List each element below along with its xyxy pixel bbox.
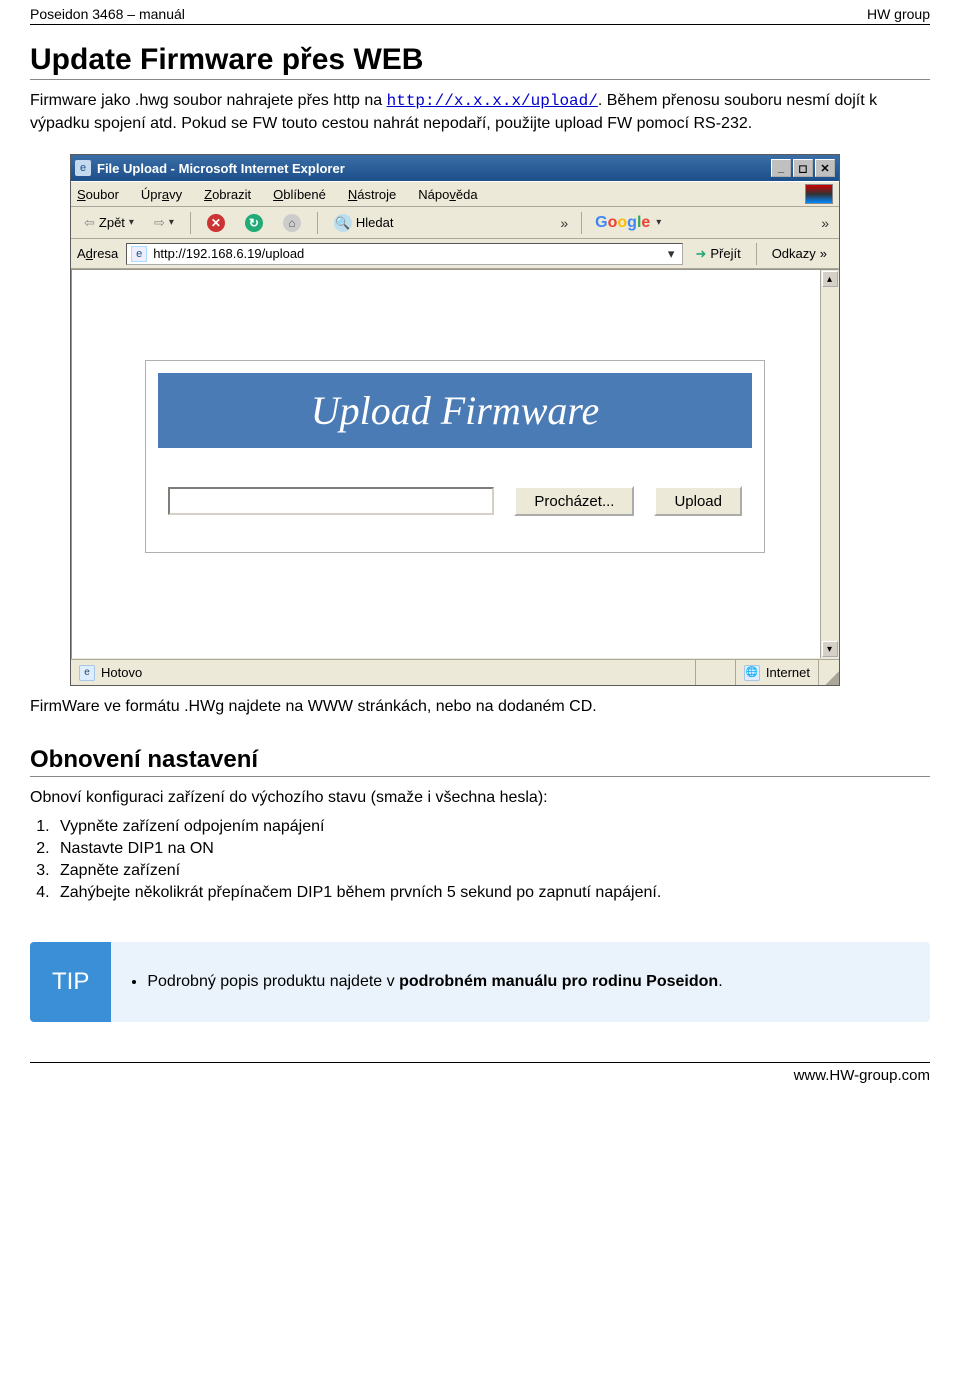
done-icon: e	[79, 665, 95, 681]
status-zone-text: Internet	[766, 665, 810, 680]
ie-throbber-icon	[805, 184, 833, 204]
upload-button[interactable]: Upload	[654, 486, 742, 516]
address-dropdown-icon[interactable]: ▾	[664, 246, 679, 262]
tip-body: Podrobný popis produktu najdete v podrob…	[111, 961, 740, 1003]
back-dropdown-icon: ▾	[129, 217, 134, 228]
status-panel-2	[696, 660, 736, 685]
upload-url-link[interactable]: http://x.x.x.x/upload/	[387, 92, 598, 110]
forward-button[interactable]: ⇨ ▾	[147, 211, 181, 235]
toolbar-separator-3	[581, 212, 582, 234]
ie-menubar: Soubor Úpravy Zobrazit Oblíbené Nástroje…	[71, 181, 839, 207]
menu-zobrazit[interactable]: Zobrazit	[204, 187, 251, 202]
restore-steps-list: Vypněte zařízení odpojením napájení Nast…	[54, 818, 930, 902]
resize-grip-icon[interactable]	[819, 660, 839, 685]
address-url: http://192.168.6.19/upload	[153, 246, 658, 261]
toolbar-separator	[190, 212, 191, 234]
upload-title: Upload Firmware	[158, 373, 752, 448]
scrollbar[interactable]: ▴ ▾	[820, 270, 838, 658]
heading-update-firmware: Update Firmware přes WEB	[30, 43, 930, 80]
search-button[interactable]: 🔍 Hledat	[327, 211, 401, 235]
doc-footer: www.HW-group.com	[30, 1062, 930, 1084]
heading-obnoveni: Obnovení nastavení	[30, 746, 930, 777]
tip-strong: podrobném manuálu pro rodinu Poseidon	[399, 973, 718, 990]
menu-oblibene[interactable]: Oblíbené	[273, 187, 326, 202]
doc-header: Poseidon 3468 – manuál HW group	[30, 0, 930, 25]
tip-box: TIP Podrobný popis produktu najdete v po…	[30, 942, 930, 1022]
refresh-icon: ↻	[245, 214, 263, 232]
toolbar-separator-2	[317, 212, 318, 234]
tip-pre: Podrobný popis produktu najdete v	[147, 973, 399, 990]
upload-form-card: Upload Firmware Procházet... Upload	[145, 360, 765, 553]
paragraph-firmware-location: FirmWare ve formátu .HWg najdete na WWW …	[30, 696, 930, 718]
address-field[interactable]: e http://192.168.6.19/upload ▾	[126, 243, 683, 265]
stop-button[interactable]: ✕	[200, 211, 232, 235]
refresh-button[interactable]: ↻	[238, 211, 270, 235]
browse-button[interactable]: Procházet...	[514, 486, 634, 516]
forward-dropdown-icon: ▾	[169, 217, 174, 228]
links-chevron-icon: »	[820, 246, 827, 261]
links-button[interactable]: Odkazy »	[766, 246, 833, 261]
back-arrow-icon: ⇦	[84, 215, 95, 231]
close-button[interactable]: ✕	[815, 159, 835, 177]
step-4: Zahýbejte několikrát přepínačem DIP1 běh…	[54, 884, 930, 902]
doc-header-right: HW group	[867, 6, 930, 22]
menu-upravy[interactable]: Úpravy	[141, 187, 182, 202]
google-dropdown-icon[interactable]: ▾	[656, 217, 661, 228]
ie-status-bar: e Hotovo 🌐 Internet	[71, 659, 839, 685]
file-path-input[interactable]	[168, 487, 494, 515]
address-separator	[756, 243, 757, 265]
ie-toolbar: ⇦ Zpět ▾ ⇨ ▾ ✕ ↻ ⌂ 🔍 Hledat » Google ▾ »	[71, 207, 839, 239]
tip-label: TIP	[30, 942, 111, 1022]
scroll-up-icon[interactable]: ▴	[822, 271, 838, 287]
tip-item: Podrobný popis produktu najdete v podrob…	[147, 973, 722, 991]
address-page-icon: e	[131, 246, 147, 262]
google-toolbar-logo[interactable]: Google	[595, 214, 650, 232]
back-label: Zpět	[99, 215, 125, 230]
paragraph-intro: Firmware jako .hwg soubor nahrajete přes…	[30, 90, 930, 134]
search-label: Hledat	[356, 215, 394, 230]
p1-pre: Firmware jako .hwg soubor nahrajete přes…	[30, 92, 387, 109]
stop-icon: ✕	[207, 214, 225, 232]
ie-title-text: File Upload - Microsoft Internet Explore…	[97, 161, 769, 176]
status-done-text: Hotovo	[101, 665, 142, 680]
maximize-button[interactable]: ◻	[793, 159, 813, 177]
doc-header-left: Poseidon 3468 – manuál	[30, 6, 185, 22]
toolbar-chevron-icon[interactable]: »	[556, 215, 572, 231]
menu-soubor[interactable]: Soubor	[77, 187, 119, 202]
home-button[interactable]: ⌂	[276, 211, 308, 235]
forward-arrow-icon: ⇨	[154, 215, 165, 231]
minimize-button[interactable]: _	[771, 159, 791, 177]
step-2: Nastavte DIP1 na ON	[54, 840, 930, 858]
step-3: Zapněte zařízení	[54, 862, 930, 880]
toolbar-chevron2-icon[interactable]: »	[817, 215, 833, 231]
ie-content-area: ▴ ▾ Upload Firmware Procházet... Upload	[71, 269, 839, 659]
step-1: Vypněte zařízení odpojením napájení	[54, 818, 930, 836]
go-button[interactable]: ➜ Přejít	[689, 246, 746, 262]
ie-window: e File Upload - Microsoft Internet Explo…	[70, 154, 840, 686]
scroll-down-icon[interactable]: ▾	[822, 641, 838, 657]
status-zone-panel: 🌐 Internet	[736, 660, 819, 685]
upload-row: Procházet... Upload	[158, 478, 752, 540]
address-label: Adresa	[77, 246, 118, 261]
ie-titlebar: e File Upload - Microsoft Internet Explo…	[71, 155, 839, 181]
internet-zone-icon: 🌐	[744, 665, 760, 681]
menu-nastroje[interactable]: Nástroje	[348, 187, 396, 202]
status-left-panel: e Hotovo	[71, 660, 696, 685]
links-label: Odkazy	[772, 246, 816, 261]
menu-napoveda[interactable]: Nápověda	[418, 187, 477, 202]
ie-page-icon: e	[75, 160, 91, 176]
tip-post: .	[718, 973, 722, 990]
ie-address-bar: Adresa e http://192.168.6.19/upload ▾ ➜ …	[71, 239, 839, 269]
back-button[interactable]: ⇦ Zpět ▾	[77, 211, 141, 235]
search-icon: 🔍	[334, 214, 352, 232]
paragraph-restore-intro: Obnoví konfiguraci zařízení do výchozího…	[30, 787, 930, 809]
go-arrow-icon: ➜	[695, 246, 706, 262]
home-icon: ⌂	[283, 214, 301, 232]
go-label: Přejít	[710, 246, 740, 261]
